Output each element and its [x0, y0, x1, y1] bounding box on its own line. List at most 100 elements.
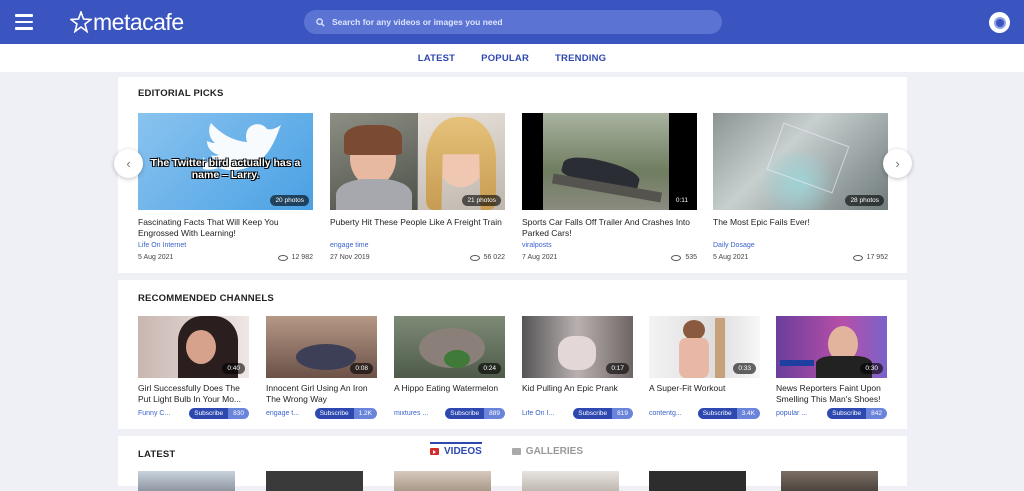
channel-card[interactable]: 0:08 Innocent Girl Using An Iron The Wro…: [266, 316, 377, 419]
latest-thumbnail[interactable]: [266, 471, 363, 491]
logo[interactable]: metacafe: [70, 9, 184, 35]
editorial-card[interactable]: The Twitter bird actually has a name – L…: [138, 113, 313, 261]
duration-badge: 0:08: [350, 363, 373, 374]
card-thumbnail[interactable]: 0:30: [776, 316, 887, 378]
subscribe-button[interactable]: Subscribe 889: [445, 408, 505, 419]
subscribe-button[interactable]: Subscribe 1.2K: [314, 408, 377, 419]
duration-badge: 0:40: [222, 363, 245, 374]
card-title[interactable]: Fascinating Facts That Will Keep You Eng…: [138, 217, 313, 239]
duration-badge: 0:17: [606, 363, 629, 374]
eye-icon: [852, 254, 863, 261]
recommended-channels-panel: RECOMMENDED CHANNELS 0:40 Girl Successfu…: [118, 280, 907, 429]
eye-icon: [277, 254, 288, 261]
channel-link[interactable]: engage t...: [266, 410, 304, 417]
card-date: 5 Aug 2021: [138, 254, 174, 261]
duration-badge: 0:33: [733, 363, 756, 374]
card-title[interactable]: A Super-Fit Workout: [649, 383, 760, 405]
subscribe-button[interactable]: Subscribe 830: [189, 408, 249, 419]
editorial-picks-panel: EDITORIAL PICKS The Twitter bird actuall…: [118, 77, 907, 273]
latest-thumbnail[interactable]: [781, 471, 878, 491]
nav-trending[interactable]: TRENDING: [555, 53, 606, 64]
subscribe-button[interactable]: Subscribe 819: [573, 408, 633, 419]
latest-tabs: VIDEOS GALLERIES: [430, 442, 583, 461]
channel-link[interactable]: Daily Dosage: [713, 242, 888, 249]
view-count: 17 952: [852, 254, 888, 261]
photo-count-badge: 20 photos: [270, 195, 309, 206]
duration-badge: 0:11: [670, 195, 693, 206]
latest-thumbnail[interactable]: [522, 471, 619, 491]
tab-videos[interactable]: VIDEOS: [430, 442, 482, 461]
card-thumbnail[interactable]: 0:08: [266, 316, 377, 378]
duration-badge: 0:30: [860, 363, 883, 374]
view-count: 56 022: [469, 254, 505, 261]
card-title[interactable]: A Hippo Eating Watermelon: [394, 383, 505, 405]
latest-thumbnail[interactable]: [394, 471, 491, 491]
card-title[interactable]: Girl Successfully Does The Put Light Bul…: [138, 383, 249, 405]
card-thumbnail[interactable]: 0:40: [138, 316, 249, 378]
channel-card[interactable]: 0:40 Girl Successfully Does The Put Ligh…: [138, 316, 249, 419]
editorial-card[interactable]: 0:11 Sports Car Falls Off Trailer And Cr…: [522, 113, 697, 261]
video-icon: [430, 448, 439, 455]
search-bar[interactable]: [304, 10, 722, 34]
section-heading: EDITORIAL PICKS: [138, 88, 224, 99]
channel-card[interactable]: 0:24 A Hippo Eating Watermelon mixtures …: [394, 316, 505, 419]
card-date: 7 Aug 2021: [522, 254, 558, 261]
tab-galleries[interactable]: GALLERIES: [511, 446, 583, 461]
section-heading: LATEST: [138, 449, 176, 460]
chevron-right-icon[interactable]: ›: [883, 149, 912, 178]
card-thumbnail[interactable]: 0:11: [522, 113, 697, 210]
channel-link[interactable]: Life On I...: [522, 410, 560, 417]
view-count: 535: [671, 254, 697, 261]
card-date: 5 Aug 2021: [713, 254, 749, 261]
subnav: LATEST POPULAR TRENDING: [0, 44, 1024, 72]
card-title[interactable]: Innocent Girl Using An Iron The Wrong Wa…: [266, 383, 377, 405]
hamburger-icon[interactable]: [15, 14, 33, 30]
card-date: 27 Nov 2019: [330, 254, 370, 261]
editorial-card[interactable]: 28 photos The Most Epic Fails Ever! Dail…: [713, 113, 888, 261]
duration-badge: 0:24: [478, 363, 501, 374]
gallery-icon: [511, 448, 521, 455]
eye-icon: [469, 254, 480, 261]
nav-latest[interactable]: LATEST: [418, 53, 455, 64]
channel-link[interactable]: popular ...: [776, 410, 814, 417]
search-input[interactable]: [332, 17, 692, 27]
card-title[interactable]: Puberty Hit These People Like A Freight …: [330, 217, 505, 239]
channel-link[interactable]: mixtures ...: [394, 410, 432, 417]
logo-star-icon: [70, 11, 92, 33]
card-thumbnail[interactable]: 0:33: [649, 316, 760, 378]
card-thumbnail[interactable]: 0:24: [394, 316, 505, 378]
top-bar: metacafe: [0, 0, 1024, 44]
channel-link[interactable]: viralposts: [522, 242, 697, 249]
photo-count-badge: 21 photos: [462, 195, 501, 206]
channel-link[interactable]: Funny C...: [138, 410, 176, 417]
card-title[interactable]: News Reporters Faint Upon Smelling This …: [776, 383, 887, 405]
latest-thumbnail[interactable]: [649, 471, 746, 491]
subscribe-button[interactable]: Subscribe 842: [827, 408, 887, 419]
editorial-card[interactable]: 21 photos Puberty Hit These People Like …: [330, 113, 505, 261]
chevron-left-icon[interactable]: ‹: [114, 149, 143, 178]
nav-popular[interactable]: POPULAR: [481, 53, 529, 64]
channel-link[interactable]: engage time: [330, 242, 505, 249]
channel-link[interactable]: contentg...: [649, 410, 687, 417]
section-heading: RECOMMENDED CHANNELS: [138, 293, 274, 304]
card-thumbnail[interactable]: The Twitter bird actually has a name – L…: [138, 113, 313, 210]
card-title[interactable]: Sports Car Falls Off Trailer And Crashes…: [522, 217, 697, 239]
card-thumbnail[interactable]: 21 photos: [330, 113, 505, 210]
eye-icon: [671, 254, 682, 261]
user-avatar-icon[interactable]: [989, 12, 1010, 33]
card-thumbnail[interactable]: 28 photos: [713, 113, 888, 210]
card-title[interactable]: The Most Epic Fails Ever!: [713, 217, 888, 239]
subscribe-button[interactable]: Subscribe 3.4K: [697, 408, 760, 419]
photo-count-badge: 28 photos: [845, 195, 884, 206]
channel-card[interactable]: 0:30 News Reporters Faint Upon Smelling …: [776, 316, 887, 419]
search-icon: [316, 17, 325, 27]
latest-panel: LATEST VIDEOS GALLERIES: [118, 436, 907, 491]
channel-link[interactable]: Life On Internet: [138, 242, 313, 249]
overlay-caption: The Twitter bird actually has a name – L…: [150, 157, 301, 181]
channel-card[interactable]: 0:33 A Super-Fit Workout contentg... Subs…: [649, 316, 760, 419]
channel-card[interactable]: 0:17 Kid Pulling An Epic Prank Life On I…: [522, 316, 633, 419]
logo-text: metacafe: [93, 8, 184, 35]
card-title[interactable]: Kid Pulling An Epic Prank: [522, 383, 633, 405]
latest-thumbnail[interactable]: [138, 471, 235, 491]
card-thumbnail[interactable]: 0:17: [522, 316, 633, 378]
